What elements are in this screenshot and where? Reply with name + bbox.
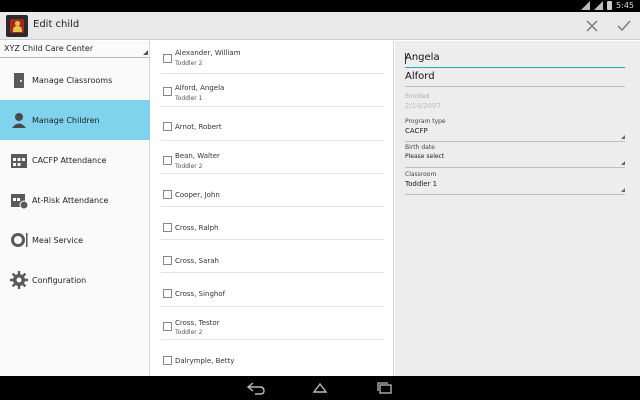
child-icon [12, 113, 26, 128]
birth-date-value: Please select [405, 153, 445, 160]
gear-icon [10, 271, 28, 289]
door-icon [14, 73, 24, 88]
home-icon[interactable] [311, 381, 329, 395]
child-detail-form: Angela Alford Enrolled 2/14/2007 Program… [395, 41, 640, 376]
sidebar: XYZ Child Care Center Manage Classrooms … [0, 41, 150, 376]
sidebar-item-label: Configuration [32, 275, 87, 285]
save-button[interactable] [614, 16, 634, 36]
list-item[interactable]: Arnot, Robert [151, 108, 393, 141]
first-name-value: Angela [405, 52, 440, 63]
program-type-value: CACFP [405, 127, 428, 135]
list-item[interactable]: Bean, Walter Toddler 2 [151, 141, 393, 174]
plate-icon [11, 233, 28, 247]
child-name: Cross, Sarah [175, 257, 219, 265]
child-name: Cross, Testor [175, 319, 220, 327]
signal-icon [594, 1, 604, 10]
sidebar-item-label: CACFP Attendance [32, 155, 107, 165]
status-time: 5:45 [616, 1, 634, 10]
select-checkbox[interactable] [163, 322, 172, 331]
children-list: Alexander, William Toddler 2 Alford, Ang… [151, 41, 394, 376]
first-name-field[interactable]: Angela [405, 52, 625, 68]
app-logo-icon[interactable] [6, 15, 28, 37]
select-checkbox[interactable] [163, 122, 172, 131]
last-name-field[interactable]: Alford [405, 71, 625, 87]
select-checkbox[interactable] [163, 156, 172, 165]
dropdown-arrow-icon [143, 50, 148, 55]
child-classroom: Toddler 2 [175, 163, 203, 170]
select-checkbox[interactable] [163, 356, 172, 365]
classroom-value: Toddler 1 [405, 180, 438, 188]
select-checkbox[interactable] [163, 190, 172, 199]
action-bar: Edit child [0, 12, 640, 40]
calendar-icon [11, 154, 27, 168]
last-name-value: Alford [405, 71, 435, 82]
recent-apps-icon[interactable] [376, 381, 394, 395]
child-name: Dalrymple, Betty [175, 357, 235, 365]
sidebar-item-label: Manage Classrooms [32, 75, 113, 85]
list-item[interactable]: Alford, Angela Toddler 1 [151, 74, 393, 107]
classroom-select[interactable]: Classroom Toddler 1 [405, 171, 625, 195]
classroom-label: Classroom [405, 171, 437, 178]
select-checkbox[interactable] [163, 54, 172, 63]
sidebar-item-at-risk-attendance[interactable]: At-Risk Attendance [0, 180, 150, 220]
list-item[interactable]: Dalrymple, Betty [151, 341, 393, 374]
text-cursor [405, 53, 406, 64]
status-bar: 5:45 [0, 0, 640, 12]
child-classroom: Toddler 2 [175, 329, 203, 336]
sidebar-item-label: At-Risk Attendance [32, 195, 109, 205]
child-name: Cross, Singhof [175, 290, 226, 298]
sidebar-item-manage-classrooms[interactable]: Manage Classrooms [0, 60, 150, 100]
child-name: Arnot, Robert [175, 123, 222, 131]
sidebar-item-label: Meal Service [32, 235, 84, 245]
close-icon [586, 20, 598, 32]
sidebar-item-manage-children[interactable]: Manage Children [0, 100, 150, 140]
select-checkbox[interactable] [163, 256, 172, 265]
back-icon[interactable] [247, 381, 265, 395]
calendar-alert-icon [11, 194, 28, 209]
screen: 5:45 Edit child XYZ Child Care Center Ma… [0, 0, 640, 400]
birth-date-select[interactable]: Birth date Please select [405, 144, 625, 168]
select-checkbox[interactable] [163, 223, 172, 232]
dropdown-arrow-icon [621, 161, 625, 165]
check-icon [617, 20, 631, 32]
enrolled-field: Enrolled 2/14/2007 [405, 93, 625, 110]
close-button[interactable] [582, 16, 602, 36]
list-item[interactable]: Alexander, William Toddler 2 [151, 41, 393, 74]
child-name: Cooper, John [175, 191, 220, 199]
sidebar-item-meal-service[interactable]: Meal Service [0, 220, 150, 260]
program-type-select[interactable]: Program type CACFP [405, 118, 625, 142]
sidebar-item-configuration[interactable]: Configuration [0, 260, 150, 300]
child-classroom: Toddler 2 [175, 60, 203, 67]
child-classroom: Toddler 1 [175, 95, 203, 102]
select-checkbox[interactable] [163, 289, 172, 298]
sidebar-item-cacfp-attendance[interactable]: CACFP Attendance [0, 140, 150, 180]
child-name: Bean, Walter [175, 152, 220, 160]
dropdown-arrow-icon [621, 188, 625, 192]
battery-icon [607, 1, 613, 10]
center-select-value: XYZ Child Care Center [4, 44, 94, 53]
select-checkbox[interactable] [163, 87, 172, 96]
child-name: Alford, Angela [175, 84, 225, 92]
enrolled-value: 2/14/2007 [405, 102, 441, 110]
list-item[interactable]: Cross, Sarah [151, 240, 393, 273]
list-item[interactable]: Cooper, John [151, 174, 393, 207]
child-name: Cross, Ralph [175, 224, 219, 232]
sidebar-item-label: Manage Children [32, 115, 100, 125]
birth-date-label: Birth date [405, 144, 435, 151]
page-title: Edit child [33, 19, 80, 30]
dropdown-arrow-icon [621, 135, 625, 139]
system-nav-bar [0, 376, 640, 400]
wifi-icon [581, 1, 591, 10]
center-select[interactable]: XYZ Child Care Center [0, 41, 150, 58]
child-name: Alexander, William [175, 49, 241, 57]
list-item[interactable]: Cross, Ralph [151, 207, 393, 240]
list-item[interactable]: Cross, Singhof [151, 274, 393, 307]
program-type-label: Program type [405, 118, 446, 125]
enrolled-label: Enrolled [405, 93, 430, 100]
list-item[interactable]: Cross, Testor Toddler 2 [151, 307, 393, 340]
